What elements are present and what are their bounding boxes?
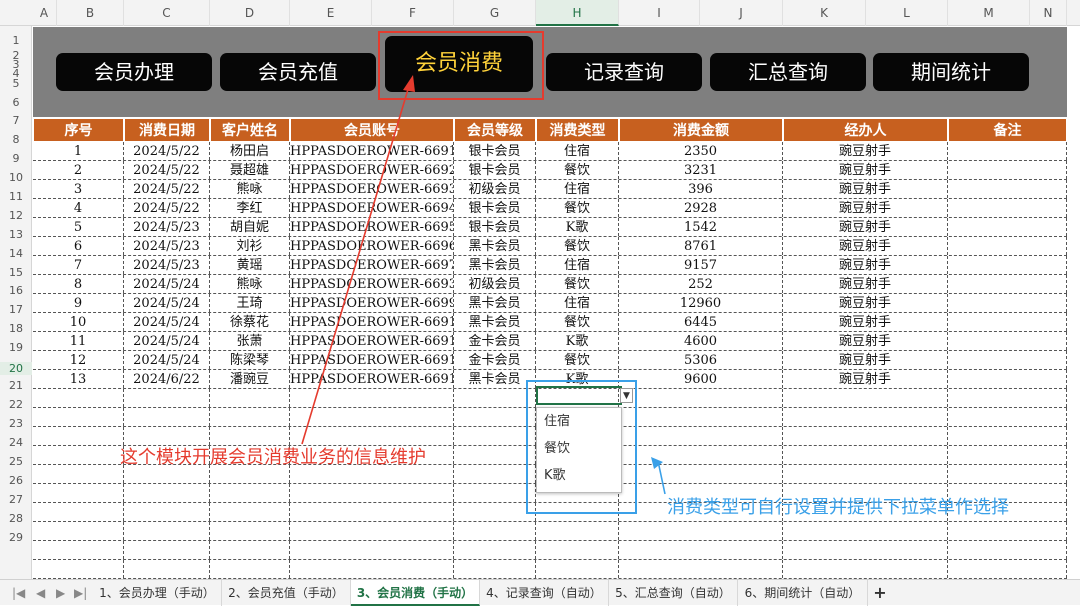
sheet-tab-3[interactable]: 3、会员消费（手动） [351, 580, 480, 606]
sheet-tabs-bar: |◀ ◀ ▶ ▶| 1、会员办理（手动） 2、会员充值（手动） 3、会员消费（手动）… [0, 579, 1080, 606]
sheet-tab-2[interactable]: 2、会员充值（手动） [222, 580, 351, 606]
next-sheet-icon[interactable]: ▶ [56, 580, 65, 606]
add-sheet-button[interactable]: + [868, 580, 892, 606]
blue-arrow-line [657, 460, 666, 495]
first-sheet-icon[interactable]: |◀ [12, 580, 25, 606]
red-arrow-line [301, 85, 410, 445]
red-arrow-head [403, 75, 415, 92]
annotation-blue-text: 消费类型可自行设置并提供下拉菜单作选择 [667, 497, 1009, 518]
annotation-red-text: 这个模块开展会员消费业务的信息维护 [120, 447, 426, 468]
sheet-tab-1[interactable]: 1、会员办理（手动） [93, 580, 222, 606]
blue-arrow-head [651, 457, 663, 469]
sheet-tab-6[interactable]: 6、期间统计（自动） [738, 580, 868, 606]
prev-sheet-icon[interactable]: ◀ [36, 580, 45, 606]
sheet-tab-4[interactable]: 4、记录查询（自动） [480, 580, 609, 606]
sheet-tab-5[interactable]: 5、汇总查询（自动） [609, 580, 738, 606]
last-sheet-icon[interactable]: ▶| [74, 580, 87, 606]
